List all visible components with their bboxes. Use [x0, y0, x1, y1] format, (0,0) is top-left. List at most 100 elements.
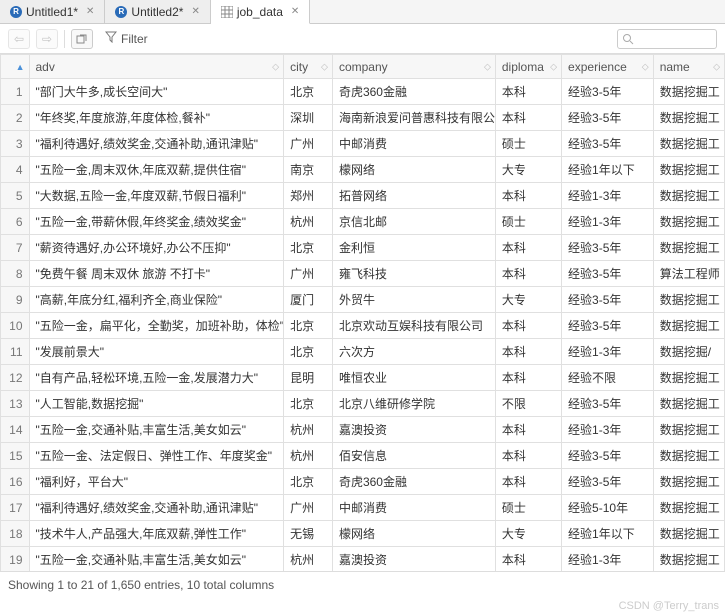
sort-icon[interactable]: ◇: [484, 61, 491, 72]
table-row[interactable]: 17"福利待遇好,绩效奖金,交通补助,通讯津贴"广州中邮消费硕士经验5-10年数…: [1, 495, 725, 521]
sort-icon[interactable]: ◇: [550, 61, 557, 72]
table-row[interactable]: 18"技术牛人,产品强大,年底双薪,弹性工作"无锡檬网络大专经验1年以下数据挖掘…: [1, 521, 725, 547]
row-number: 10: [1, 313, 30, 339]
cell-city: 杭州: [284, 443, 333, 469]
cell-company: 檬网络: [332, 521, 495, 547]
col-header-name[interactable]: name◇: [653, 55, 724, 79]
cell-adv: "发展前景大": [29, 339, 284, 365]
cell-city: 北京: [284, 313, 333, 339]
table-row[interactable]: 11"发展前景大"北京六次方本科经验1-3年数据挖掘/: [1, 339, 725, 365]
cell-adv: "自有产品,轻松环境,五险一金,发展潜力大": [29, 365, 284, 391]
table-row[interactable]: 15"五险一金、法定假日、弹性工作、年度奖金"杭州佰安信息本科经验3-5年数据挖…: [1, 443, 725, 469]
row-number: 11: [1, 339, 30, 365]
cell-experience: 经验1-3年: [562, 183, 654, 209]
cell-city: 杭州: [284, 417, 333, 443]
cell-adv: "五险一金，扁平化，全勤奖，加班补助，体检": [29, 313, 284, 339]
row-number: 2: [1, 105, 30, 131]
tab-label: Untitled2*: [131, 5, 183, 19]
table-row[interactable]: 10"五险一金，扁平化，全勤奖，加班补助，体检"北京北京欢动互娱科技有限公司本科…: [1, 313, 725, 339]
table-row[interactable]: 8"免费午餐 周末双休 旅游 不打卡"广州雍飞科技本科经验3-5年算法工程师: [1, 261, 725, 287]
status-text: Showing 1 to 21 of 1,650 entries, 10 tot…: [8, 578, 274, 592]
cell-adv: "五险一金,交通补贴,丰富生活,美女如云": [29, 547, 284, 572]
popout-button[interactable]: [71, 29, 93, 49]
col-header-city[interactable]: city◇: [284, 55, 333, 79]
col-header-experience[interactable]: experience◇: [562, 55, 654, 79]
cell-diploma: 本科: [495, 417, 561, 443]
col-header-diploma[interactable]: diploma◇: [495, 55, 561, 79]
sort-icon[interactable]: ◇: [272, 61, 279, 72]
col-header-adv[interactable]: adv◇: [29, 55, 284, 79]
tab-bar: Untitled1* ✕ Untitled2* ✕ job_data ✕: [0, 0, 725, 24]
toolbar: ⇦ ⇨ Filter: [0, 24, 725, 54]
cell-city: 广州: [284, 131, 333, 157]
filter-button[interactable]: Filter: [99, 29, 154, 48]
cell-city: 北京: [284, 339, 333, 365]
cell-adv: "大数据,五险一金,年度双薪,节假日福利": [29, 183, 284, 209]
cell-adv: "技术牛人,产品强大,年底双薪,弹性工作": [29, 521, 284, 547]
close-icon[interactable]: ✕: [191, 6, 199, 17]
cell-diploma: 本科: [495, 183, 561, 209]
sort-icon[interactable]: ▲: [16, 62, 25, 72]
r-icon: [115, 6, 127, 18]
cell-name: 数据挖掘工: [653, 183, 724, 209]
table-row[interactable]: 2"年终奖,年度旅游,年度体检,餐补"深圳海南新浪爱问普惠科技有限公司本科经验3…: [1, 105, 725, 131]
cell-experience: 经验3-5年: [562, 131, 654, 157]
forward-button[interactable]: ⇨: [36, 29, 58, 49]
cell-city: 郑州: [284, 183, 333, 209]
cell-adv: "免费午餐 周末双休 旅游 不打卡": [29, 261, 284, 287]
tab-job-data[interactable]: job_data ✕: [211, 0, 310, 24]
table-row[interactable]: 6"五险一金,带薪休假,年终奖金,绩效奖金"杭州京信北邮硕士经验1-3年数据挖掘…: [1, 209, 725, 235]
table-row[interactable]: 5"大数据,五险一金,年度双薪,节假日福利"郑州拓普网络本科经验1-3年数据挖掘…: [1, 183, 725, 209]
cell-name: 数据挖掘工: [653, 157, 724, 183]
table-row[interactable]: 3"福利待遇好,绩效奖金,交通补助,通讯津贴"广州中邮消费硕士经验3-5年数据挖…: [1, 131, 725, 157]
table-row[interactable]: 1"部门大牛多,成长空间大"北京奇虎360金融本科经验3-5年数据挖掘工: [1, 79, 725, 105]
row-number: 3: [1, 131, 30, 157]
data-grid[interactable]: ▲ adv◇ city◇ company◇ diploma◇ experienc…: [0, 54, 725, 571]
row-number: 8: [1, 261, 30, 287]
col-header-rownum[interactable]: ▲: [1, 55, 30, 79]
table-row[interactable]: 19"五险一金,交通补贴,丰富生活,美女如云"杭州嘉澳投资本科经验1-3年数据挖…: [1, 547, 725, 572]
table-row[interactable]: 4"五险一金,周末双休,年底双薪,提供住宿"南京檬网络大专经验1年以下数据挖掘工: [1, 157, 725, 183]
cell-company: 海南新浪爱问普惠科技有限公司: [332, 105, 495, 131]
watermark: CSDN @Terry_trans: [619, 597, 719, 615]
table-row[interactable]: 12"自有产品,轻松环境,五险一金,发展潜力大"昆明唯恒农业本科经验不限数据挖掘…: [1, 365, 725, 391]
cell-diploma: 硕士: [495, 209, 561, 235]
back-button[interactable]: ⇦: [8, 29, 30, 49]
sort-icon[interactable]: ◇: [642, 61, 649, 72]
table-row[interactable]: 7"薪资待遇好,办公环境好,办公不压抑"北京金利恒本科经验3-5年数据挖掘工: [1, 235, 725, 261]
status-bar: Showing 1 to 21 of 1,650 entries, 10 tot…: [0, 571, 725, 597]
cell-name: 数据挖掘工: [653, 547, 724, 572]
cell-company: 北京八维研修学院: [332, 391, 495, 417]
table-row[interactable]: 14"五险一金,交通补贴,丰富生活,美女如云"杭州嘉澳投资本科经验1-3年数据挖…: [1, 417, 725, 443]
search-input[interactable]: [617, 29, 717, 49]
cell-company: 金利恒: [332, 235, 495, 261]
cell-company: 北京欢动互娱科技有限公司: [332, 313, 495, 339]
tab-untitled2[interactable]: Untitled2* ✕: [105, 0, 210, 23]
cell-experience: 经验3-5年: [562, 261, 654, 287]
cell-diploma: 本科: [495, 547, 561, 572]
close-icon[interactable]: ✕: [86, 6, 94, 17]
row-number: 1: [1, 79, 30, 105]
table-row[interactable]: 9"高薪,年底分红,福利齐全,商业保险"厦门外贸牛大专经验3-5年数据挖掘工: [1, 287, 725, 313]
cell-city: 北京: [284, 469, 333, 495]
cell-experience: 经验1-3年: [562, 417, 654, 443]
cell-company: 雍飞科技: [332, 261, 495, 287]
cell-company: 中邮消费: [332, 495, 495, 521]
sort-icon[interactable]: ◇: [713, 61, 720, 72]
cell-diploma: 本科: [495, 443, 561, 469]
sort-icon[interactable]: ◇: [321, 61, 328, 72]
table-row[interactable]: 16"福利好，平台大"北京奇虎360金融本科经验3-5年数据挖掘工: [1, 469, 725, 495]
close-icon[interactable]: ✕: [291, 6, 299, 17]
r-icon: [10, 6, 22, 18]
cell-adv: "五险一金,带薪休假,年终奖金,绩效奖金": [29, 209, 284, 235]
cell-adv: "年终奖,年度旅游,年度体检,餐补": [29, 105, 284, 131]
cell-company: 京信北邮: [332, 209, 495, 235]
table-row[interactable]: 13"人工智能,数据挖掘"北京北京八维研修学院不限经验3-5年数据挖掘工: [1, 391, 725, 417]
cell-city: 杭州: [284, 209, 333, 235]
cell-experience: 经验3-5年: [562, 313, 654, 339]
tab-untitled1[interactable]: Untitled1* ✕: [0, 0, 105, 23]
cell-adv: "福利待遇好,绩效奖金,交通补助,通讯津贴": [29, 131, 284, 157]
cell-name: 数据挖掘工: [653, 235, 724, 261]
col-header-company[interactable]: company◇: [332, 55, 495, 79]
cell-city: 北京: [284, 235, 333, 261]
